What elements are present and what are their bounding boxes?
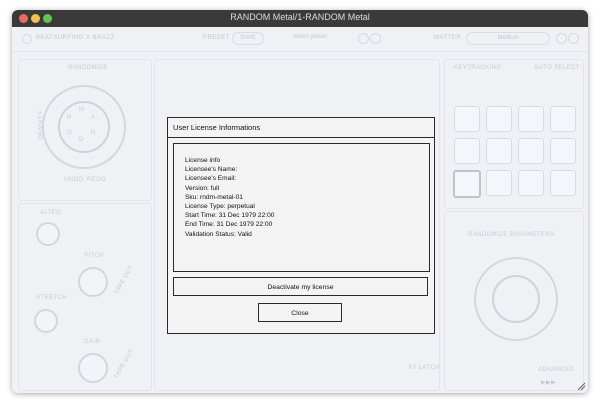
next-preset-icon[interactable]	[370, 33, 381, 44]
gain-label: GAIN	[84, 339, 101, 345]
pitch-knob[interactable]	[78, 267, 108, 297]
licensee-email-line: Licensee's Email:	[185, 175, 237, 183]
randomize-params-label: RANDOMIZE PARAMETERS	[468, 232, 555, 238]
title-bar: RANDOM Metal/1-RANDOM Metal	[12, 10, 588, 27]
sample-pad[interactable]	[550, 170, 576, 196]
auto-select-label: AUTO SELECT	[534, 65, 580, 71]
sample-pad[interactable]	[486, 138, 512, 164]
sample-pad[interactable]	[454, 138, 480, 164]
close-button[interactable]: Close	[258, 303, 342, 322]
plugin-toolbar: BEATSURFING X BRAZZ PRESET SAVE select p…	[12, 27, 588, 52]
brand-label: BEATSURFING X BRAZZ	[36, 35, 115, 41]
sample-pad[interactable]	[550, 106, 576, 132]
sample-pad[interactable]	[518, 170, 544, 196]
start-time-line: Start Time: 31 Dec 1979 22:00	[185, 212, 275, 220]
end-time-line: End Time: 31 Dec 1979 22:00	[185, 221, 273, 229]
density-label: DENSITY	[38, 110, 45, 140]
seq-letter: A	[91, 115, 96, 121]
plugin-window: RANDOM Metal/1-RANDOM Metal BEATSURFING …	[12, 10, 588, 393]
dialog-title-bar: User License Informations	[168, 118, 434, 138]
sample-pad-selected[interactable]	[453, 170, 481, 198]
prev-preset-icon[interactable]	[358, 33, 369, 44]
sample-pad[interactable]	[486, 106, 512, 132]
prev-matter-icon[interactable]	[556, 33, 567, 44]
sample-pad[interactable]	[518, 106, 544, 132]
resize-handle-icon[interactable]	[577, 382, 586, 391]
pitch-label: PITCH	[84, 253, 104, 259]
seq-letter: R	[67, 115, 72, 121]
dialog-title: User License Informations	[173, 123, 261, 132]
matter-label: MATTER	[434, 35, 462, 41]
matter-select[interactable]: Medium	[466, 32, 550, 45]
params-wheel[interactable]	[492, 275, 540, 323]
sample-pad[interactable]	[454, 106, 480, 132]
version-line: Version: full	[185, 184, 220, 192]
undo-button[interactable]: UNDO	[64, 177, 83, 183]
gain-knob[interactable]	[78, 353, 108, 383]
preset-select[interactable]: select preset	[266, 32, 354, 43]
randomize-label: RANDOMIZE	[68, 65, 108, 71]
license-info-line: License info	[185, 157, 221, 164]
advanced-label: ADVANCED	[538, 367, 575, 373]
seq-letter: D	[79, 137, 84, 143]
preset-label: PRESET	[203, 35, 231, 41]
play-arrows-icon[interactable]: ▶▶▶	[541, 379, 556, 386]
seq-letter: O	[67, 130, 73, 136]
stretch-label: STRETCH	[36, 295, 68, 301]
sample-pad[interactable]	[550, 138, 576, 164]
deactivate-license-button[interactable]: Deactivate my license	[173, 277, 428, 296]
window-title: RANDOM Metal/1-RANDOM Metal	[230, 12, 370, 22]
sample-pad[interactable]	[518, 138, 544, 164]
stretch-knob[interactable]	[34, 309, 58, 333]
seq-letter: M	[79, 107, 85, 113]
save-button[interactable]: SAVE	[232, 32, 264, 45]
license-dialog: User License Informations License info L…	[167, 117, 435, 334]
alteo-label: ALTEO	[40, 210, 62, 216]
alteo-knob[interactable]	[36, 222, 60, 246]
power-icon[interactable]	[22, 34, 32, 44]
sample-pad[interactable]	[486, 170, 512, 196]
next-matter-icon[interactable]	[568, 33, 579, 44]
validation-status-line: Validation Status: Valid	[185, 230, 252, 238]
license-info-box: License info Licensee's Name: Licensee's…	[173, 143, 430, 272]
sku-line: Sku: rndm-metal-01	[185, 193, 243, 201]
keytracking-label: KEYTRACKING	[454, 65, 502, 71]
xy-latch-label: XY LATCH	[408, 365, 440, 371]
licensee-name-line: Licensee's Name:	[185, 166, 238, 174]
license-type-line: License Type: perpetual	[185, 203, 255, 211]
license-info-text: License info Licensee's Name: Licensee's…	[185, 156, 274, 239]
plugin-background: BEATSURFING X BRAZZ PRESET SAVE select p…	[12, 27, 588, 393]
seq-letter: N	[91, 130, 96, 136]
redo-button[interactable]: REDO	[87, 177, 106, 183]
